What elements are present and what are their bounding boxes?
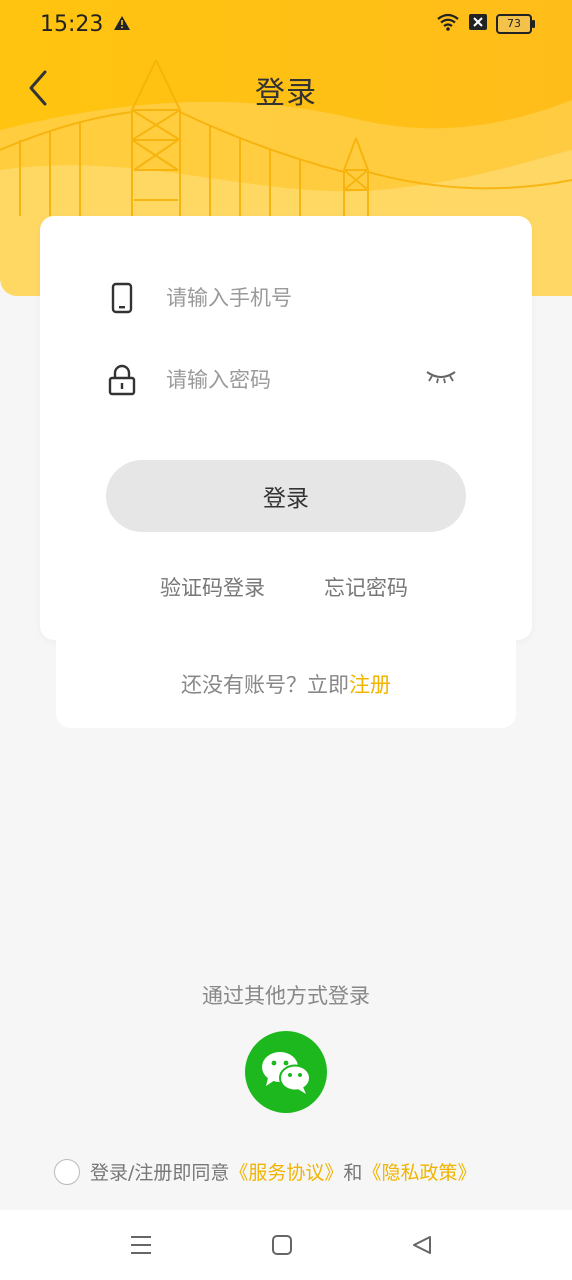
- login-button[interactable]: 登录: [106, 460, 466, 532]
- phone-icon: [106, 282, 138, 314]
- agreement-row: 登录/注册即同意 《服务协议》 和 《隐私政策》: [54, 1158, 476, 1185]
- wechat-login-button[interactable]: [245, 1031, 327, 1113]
- menu-icon[interactable]: [126, 1230, 156, 1260]
- other-login-title: 通过其他方式登录: [202, 984, 370, 1008]
- register-prompt: 还没有账号？立即: [181, 673, 349, 697]
- status-time: 15:23: [40, 12, 104, 37]
- agreement-and: 和: [343, 1162, 363, 1184]
- forgot-password-link[interactable]: 忘记密码: [324, 572, 408, 602]
- agreement-prefix: 登录/注册即同意: [90, 1162, 230, 1184]
- login-card: 登录 验证码登录 忘记密码: [40, 216, 532, 640]
- agree-checkbox[interactable]: [54, 1158, 80, 1185]
- warning-icon: [113, 15, 131, 35]
- phone-field: [106, 278, 466, 318]
- register-panel: 还没有账号？立即 注册: [56, 640, 516, 728]
- back-triangle-icon[interactable]: [407, 1230, 437, 1260]
- privacy-policy-link[interactable]: 《隐私政策》: [362, 1158, 476, 1185]
- password-input[interactable]: [164, 367, 418, 393]
- eye-closed-icon[interactable]: [424, 366, 458, 386]
- wifi-icon: [436, 13, 460, 35]
- phone-input[interactable]: [164, 285, 418, 311]
- battery-indicator: 73: [496, 14, 535, 34]
- service-agreement-link[interactable]: 《服务协议》: [229, 1158, 343, 1185]
- status-bar: 15:23 73: [0, 0, 572, 52]
- system-nav-bar: [0, 1210, 572, 1280]
- password-field: [106, 360, 466, 400]
- register-link[interactable]: 注册: [349, 669, 391, 699]
- wechat-icon: [262, 1052, 311, 1094]
- sms-login-link[interactable]: 验证码登录: [160, 572, 265, 602]
- home-icon[interactable]: [267, 1230, 297, 1260]
- lock-icon: [106, 364, 138, 396]
- page-title: 登录: [255, 76, 317, 111]
- no-sim-icon: [468, 13, 488, 35]
